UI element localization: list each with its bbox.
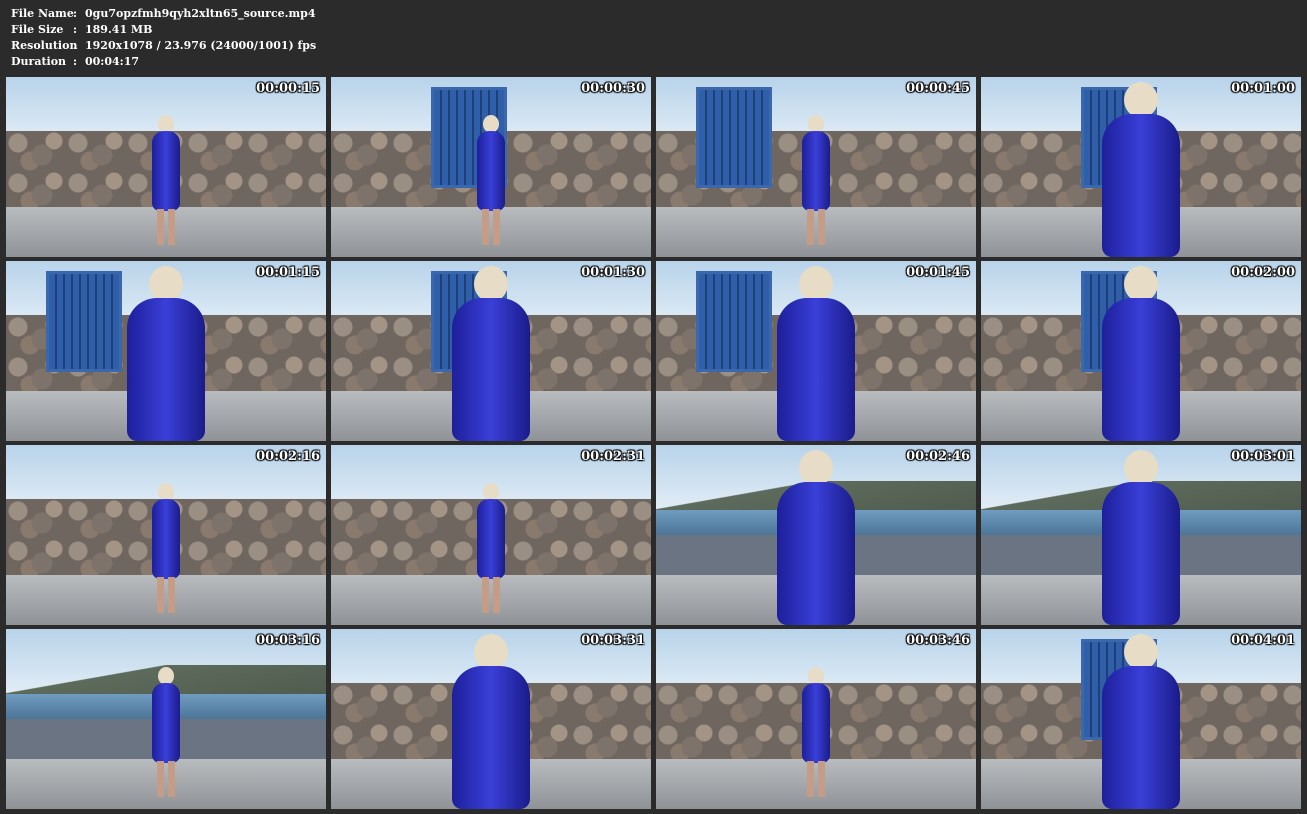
person-figure <box>793 667 839 797</box>
video-thumbnail: 00:03:01 <box>981 445 1301 625</box>
duration-value: 00:04:17 <box>85 55 140 68</box>
video-thumbnail: 00:02:31 <box>331 445 651 625</box>
person-figure <box>468 115 514 245</box>
file-size-row: File Size : 189.41 MB <box>11 22 316 38</box>
figure-legs <box>807 761 825 797</box>
person-figure <box>1086 450 1196 625</box>
video-thumbnail: 00:01:30 <box>331 261 651 441</box>
timestamp: 00:01:15 <box>256 265 320 280</box>
figure-legs <box>807 209 825 245</box>
figure-body <box>152 131 180 211</box>
person-figure <box>111 266 221 441</box>
person-figure <box>143 667 189 797</box>
figure-body <box>1102 482 1180 625</box>
duration-label: Duration <box>11 55 67 68</box>
timestamp: 00:01:30 <box>581 265 645 280</box>
figure-legs <box>482 209 500 245</box>
file-name-row: File Name : 0gu7opzfmh9qyh2xltn65_source… <box>11 6 316 22</box>
figure-legs <box>157 761 175 797</box>
video-thumbnail: 00:01:45 <box>656 261 976 441</box>
figure-body <box>1102 298 1180 441</box>
person-figure <box>761 266 871 441</box>
person-figure <box>143 483 189 613</box>
figure-body <box>127 298 205 441</box>
resolution-label: Resolution <box>11 39 78 52</box>
figure-body <box>452 298 530 441</box>
figure-body <box>777 298 855 441</box>
duration-row: Duration : 00:04:17 <box>11 54 316 70</box>
timestamp: 00:01:45 <box>906 265 970 280</box>
figure-body <box>152 683 180 763</box>
timestamp: 00:02:31 <box>581 449 645 464</box>
video-thumbnail: 00:02:16 <box>6 445 326 625</box>
timestamp: 00:04:01 <box>1231 633 1295 648</box>
video-thumbnail: 00:00:15 <box>6 77 326 257</box>
video-thumbnail: 00:04:01 <box>981 629 1301 809</box>
resolution-row: Resolution : 1920x1078 / 23.976 (24000/1… <box>11 38 316 54</box>
figure-head <box>474 634 508 670</box>
video-thumbnail: 00:01:00 <box>981 77 1301 257</box>
timestamp: 00:03:16 <box>256 633 320 648</box>
figure-legs <box>482 577 500 613</box>
timestamp: 00:02:16 <box>256 449 320 464</box>
timestamp: 00:01:00 <box>1231 81 1295 96</box>
timestamp: 00:02:00 <box>1231 265 1295 280</box>
video-thumbnail: 00:03:16 <box>6 629 326 809</box>
person-figure <box>436 266 546 441</box>
video-thumbnail: 00:00:30 <box>331 77 651 257</box>
figure-body <box>802 131 830 211</box>
person-figure <box>1086 82 1196 257</box>
timestamp: 00:00:30 <box>581 81 645 96</box>
figure-legs <box>157 577 175 613</box>
resolution-value: 1920x1078 / 23.976 (24000/1001) fps <box>85 39 317 52</box>
figure-head <box>1124 82 1158 118</box>
timestamp: 00:03:46 <box>906 633 970 648</box>
video-thumbnail: 00:03:46 <box>656 629 976 809</box>
file-name-value: 0gu7opzfmh9qyh2xltn65_source.mp4 <box>85 7 316 20</box>
figure-body <box>152 499 180 579</box>
timestamp: 00:03:31 <box>581 633 645 648</box>
video-thumbnail: 00:01:15 <box>6 261 326 441</box>
figure-legs <box>157 209 175 245</box>
figure-body <box>452 666 530 809</box>
separator: : <box>73 55 78 68</box>
blue-gate <box>696 87 772 188</box>
figure-head <box>474 266 508 302</box>
figure-body <box>1102 666 1180 809</box>
figure-head <box>799 450 833 486</box>
figure-body <box>1102 114 1180 257</box>
timestamp: 00:00:15 <box>256 81 320 96</box>
figure-head <box>1124 634 1158 670</box>
file-info: File Name : 0gu7opzfmh9qyh2xltn65_source… <box>11 6 316 70</box>
person-figure <box>1086 266 1196 441</box>
file-size-value: 189.41 MB <box>85 23 153 36</box>
figure-head <box>799 266 833 302</box>
video-thumbnail: 00:02:00 <box>981 261 1301 441</box>
person-figure <box>468 483 514 613</box>
timestamp: 00:03:01 <box>1231 449 1295 464</box>
figure-body <box>802 683 830 763</box>
separator: : <box>73 7 78 20</box>
person-figure <box>761 450 871 625</box>
figure-head <box>1124 450 1158 486</box>
figure-head <box>1124 266 1158 302</box>
thumbnail-grid: 00:00:15 00:00:30 00:00:45 00:01:00 00:01:15… <box>6 77 1301 809</box>
separator: : <box>73 23 78 36</box>
figure-body <box>777 482 855 625</box>
person-figure <box>143 115 189 245</box>
person-figure <box>436 634 546 809</box>
person-figure <box>793 115 839 245</box>
video-thumbnail: 00:02:46 <box>656 445 976 625</box>
person-figure <box>1086 634 1196 809</box>
figure-head <box>149 266 183 302</box>
separator: : <box>73 39 78 52</box>
figure-body <box>477 131 505 211</box>
file-size-label: File Size <box>11 23 64 36</box>
timestamp: 00:00:45 <box>906 81 970 96</box>
timestamp: 00:02:46 <box>906 449 970 464</box>
figure-body <box>477 499 505 579</box>
file-name-label: File Name <box>11 7 74 20</box>
video-thumbnail: 00:00:45 <box>656 77 976 257</box>
video-thumbnail: 00:03:31 <box>331 629 651 809</box>
